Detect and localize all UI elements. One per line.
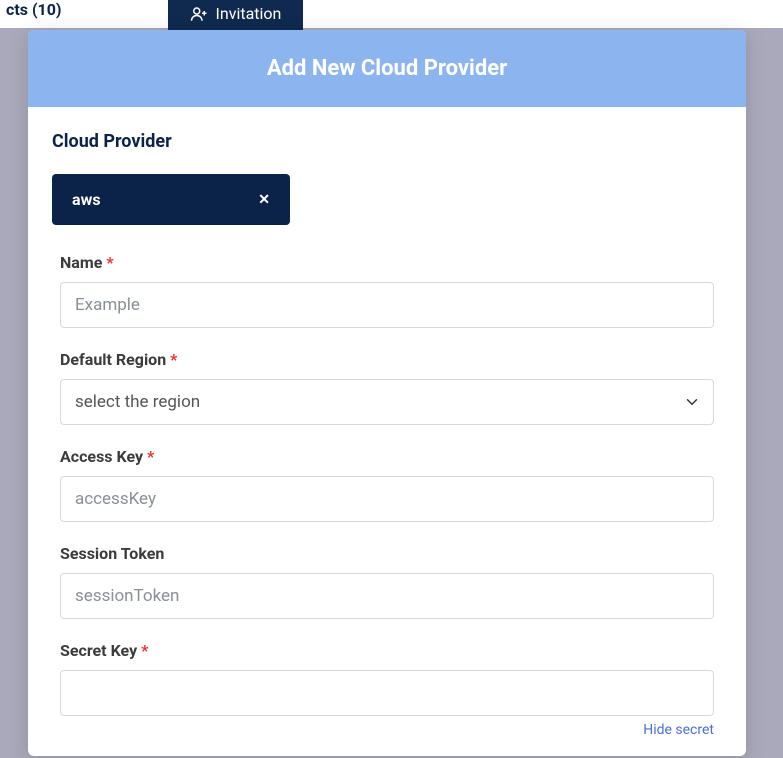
region-label: Default Region * bbox=[60, 350, 714, 369]
add-cloud-provider-modal: Add New Cloud Provider Cloud Provider aw… bbox=[28, 30, 746, 756]
session-token-label: Session Token bbox=[60, 544, 714, 563]
modal-title: Add New Cloud Provider bbox=[28, 30, 746, 107]
session-token-field-group: Session Token bbox=[60, 544, 714, 619]
name-input[interactable] bbox=[60, 282, 714, 328]
background-nav: cts (10) Invitation bbox=[0, 0, 783, 28]
access-key-label: Access Key * bbox=[60, 447, 714, 466]
provider-tag-label: aws bbox=[72, 190, 101, 209]
secret-key-label: Secret Key * bbox=[60, 641, 714, 660]
secret-key-input[interactable] bbox=[60, 670, 714, 716]
access-key-field-group: Access Key * bbox=[60, 447, 714, 522]
close-icon[interactable]: ✕ bbox=[258, 192, 270, 208]
secret-key-field-group: Secret Key * Hide secret bbox=[60, 641, 714, 738]
nav-partial-text: cts (10) bbox=[0, 0, 68, 19]
region-label-text: Default Region bbox=[60, 350, 166, 369]
session-token-input[interactable] bbox=[60, 573, 714, 619]
invitation-icon bbox=[190, 5, 208, 23]
required-indicator: * bbox=[147, 447, 154, 466]
secret-key-label-text: Secret Key bbox=[60, 641, 137, 660]
provider-tag[interactable]: aws ✕ bbox=[52, 174, 290, 225]
name-field-group: Name * bbox=[60, 253, 714, 328]
invitation-tab[interactable]: Invitation bbox=[168, 0, 304, 33]
name-label-text: Name bbox=[60, 253, 102, 272]
region-select[interactable]: select the region bbox=[60, 379, 714, 425]
session-token-label-text: Session Token bbox=[60, 544, 164, 563]
modal-body: Cloud Provider aws ✕ Name * Default Regi… bbox=[28, 107, 746, 756]
hide-secret-link[interactable]: Hide secret bbox=[60, 722, 714, 738]
required-indicator: * bbox=[141, 641, 148, 660]
name-label: Name * bbox=[60, 253, 714, 272]
invitation-label: Invitation bbox=[216, 4, 282, 23]
access-key-label-text: Access Key bbox=[60, 447, 143, 466]
access-key-input[interactable] bbox=[60, 476, 714, 522]
region-field-group: Default Region * select the region bbox=[60, 350, 714, 425]
section-title: Cloud Provider bbox=[52, 131, 722, 152]
required-indicator: * bbox=[170, 350, 177, 369]
required-indicator: * bbox=[106, 253, 113, 272]
